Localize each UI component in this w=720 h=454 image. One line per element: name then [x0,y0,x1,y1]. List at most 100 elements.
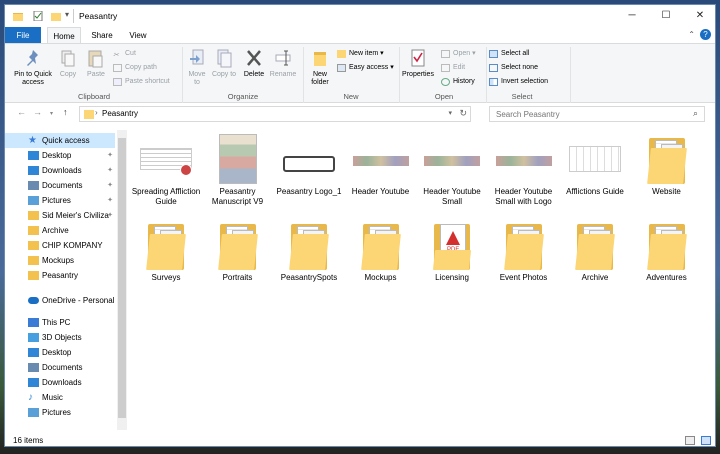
nav-item-chip-kompany[interactable]: CHIP KOMPANY [5,238,115,253]
address-box[interactable]: › Peasantry ▾ ↻ [79,106,471,122]
music-icon: ♪ [28,392,33,403]
select-all-button[interactable]: Select all [489,48,559,60]
select-none-button[interactable]: Select none [489,62,559,74]
file-item-event-photos[interactable]: Event Photos [488,220,560,283]
file-item-spreading-affliction-guide[interactable]: Spreading Affliction Guide [130,134,202,206]
edit-button[interactable]: Edit [441,62,485,74]
scrollbar-thumb[interactable] [118,138,126,418]
new-folder-quick-icon[interactable] [51,11,61,21]
copy-path-button[interactable]: Copy path [113,62,183,74]
nav-item-this-pc[interactable]: This PC [5,315,115,330]
collapse-ribbon-icon[interactable]: ⌃ [688,30,695,39]
open-button[interactable]: Open ▾ [441,48,485,60]
nav-item-documents[interactable]: Documents [5,360,115,375]
breadcrumb[interactable]: Peasantry [102,109,138,118]
move-to-button[interactable]: Move to [185,48,209,87]
nav-item-downloads[interactable]: Downloads ✦ [5,163,115,178]
properties-button[interactable]: Properties [401,48,435,79]
copy-to-button[interactable]: Copy to [211,48,237,79]
documents-icon [28,363,39,372]
address-dropdown-icon[interactable]: ▾ [448,109,452,117]
file-item-header-youtube[interactable]: Header Youtube [345,134,417,197]
image-thumbnail-icon [424,134,480,186]
tab-file[interactable]: File [5,27,41,44]
new-item-button[interactable]: New item ▾ [337,48,397,60]
nav-item-quick-access[interactable]: ★ Quick access [5,133,115,148]
nav-item-pictures[interactable]: Pictures ✦ [5,193,115,208]
file-item-archive[interactable]: Archive [559,220,631,283]
nav-item-3d-objects[interactable]: 3D Objects [5,330,115,345]
nav-item-desktop[interactable]: Desktop [5,345,115,360]
nav-scrollbar[interactable] [117,130,127,430]
search-icon: ⌕ [693,108,699,118]
nav-item-music[interactable]: ♪ Music [5,390,115,405]
delete-button[interactable]: Delete [241,48,267,79]
image-thumbnail-icon [210,134,266,186]
pin-quick-access-button[interactable]: Pin to Quick access [9,48,57,87]
nav-item-desktop[interactable]: Desktop ✦ [5,148,115,163]
easy-access-button[interactable]: Easy access ▾ [337,62,397,74]
file-item-surveys[interactable]: Surveys [130,220,202,283]
search-input[interactable] [489,106,705,122]
file-item-header-youtube-small-with-logo[interactable]: Header Youtube Small with Logo [488,134,560,206]
file-item-peasantry-manuscript-v9[interactable]: Peasantry Manuscript V9 [202,134,274,206]
file-item-mockups[interactable]: Mockups [345,220,417,283]
paste-button[interactable]: Paste [85,48,107,79]
file-item-afflictions-guide[interactable]: Afflictions Guide [559,134,631,197]
nav-item-mockups[interactable]: Mockups [5,253,115,268]
file-item-licensing[interactable]: PDFLicensing [416,220,488,283]
file-item-adventures[interactable]: Adventures [631,220,703,283]
documents-icon [28,181,39,190]
file-item-header-youtube-small[interactable]: Header Youtube Small [416,134,488,206]
folder-icon [639,220,695,272]
easy-access-label: Easy access [349,64,389,71]
rename-button[interactable]: Rename [269,48,297,79]
nav-item-documents[interactable]: Documents ✦ [5,178,115,193]
customize-toolbar-icon[interactable]: ▾ [65,10,69,19]
details-view-icon[interactable] [685,436,695,445]
download-icon [28,378,39,387]
rename-icon [275,50,291,66]
file-item-portraits[interactable]: Portraits [202,220,274,283]
folder-icon [639,134,695,186]
refresh-icon[interactable]: ↻ [459,108,467,119]
paste-shortcut-button[interactable]: Paste shortcut [113,76,183,88]
nav-item-downloads[interactable]: Downloads [5,375,115,390]
up-arrow-icon[interactable]: ↑ [63,107,68,117]
ribbon: Pin to Quick access Copy Paste ✂ Cut Copy… [5,43,715,103]
back-arrow-icon[interactable]: ← [17,107,26,117]
tab-view[interactable]: View [121,27,155,44]
nav-item-peasantry[interactable]: Peasantry [5,268,115,283]
close-button[interactable]: ✕ [683,5,715,27]
maximize-button[interactable]: ☐ [649,5,683,27]
invert-selection-button[interactable]: Invert selection [489,76,569,88]
file-item-label: Adventures [646,273,687,282]
copy-button[interactable]: Copy [57,48,79,79]
nav-item-archive[interactable]: Archive [5,223,115,238]
minimize-button[interactable]: ─ [615,5,649,27]
properties-quick-icon[interactable] [33,11,43,21]
recent-locations-icon[interactable]: ▾ [50,110,53,117]
nav-item-sid-meier-s-civiliza[interactable]: Sid Meier's Civiliza ✦ [5,208,115,223]
help-icon[interactable]: ? [700,29,711,40]
tab-share[interactable]: Share [85,27,119,44]
file-item-peasantryspots[interactable]: PeasantrySpots [273,220,345,283]
file-item-website[interactable]: Website [631,134,703,197]
file-item-peasantry-logo-1[interactable]: Peasantry Logo_1 [273,134,345,197]
properties-icon [411,49,425,67]
copy-to-icon [217,49,232,68]
new-folder-button[interactable]: New folder [305,48,335,87]
group-divider [399,47,400,103]
tab-home[interactable]: Home [47,27,81,44]
group-divider [303,47,304,103]
cut-button[interactable]: ✂ Cut [113,48,183,60]
folder-icon [84,110,94,119]
file-item-label: Peasantry Manuscript V9 [211,187,264,206]
history-button[interactable]: History [441,76,485,88]
file-item-label: Header Youtube Small [423,187,481,206]
forward-arrow-icon[interactable]: → [33,107,42,117]
large-icons-view-icon[interactable] [701,436,711,445]
nav-item-onedrive-personal[interactable]: OneDrive - Personal [5,293,115,308]
nav-item-pictures[interactable]: Pictures [5,405,115,420]
paste-label: Paste [87,71,105,78]
